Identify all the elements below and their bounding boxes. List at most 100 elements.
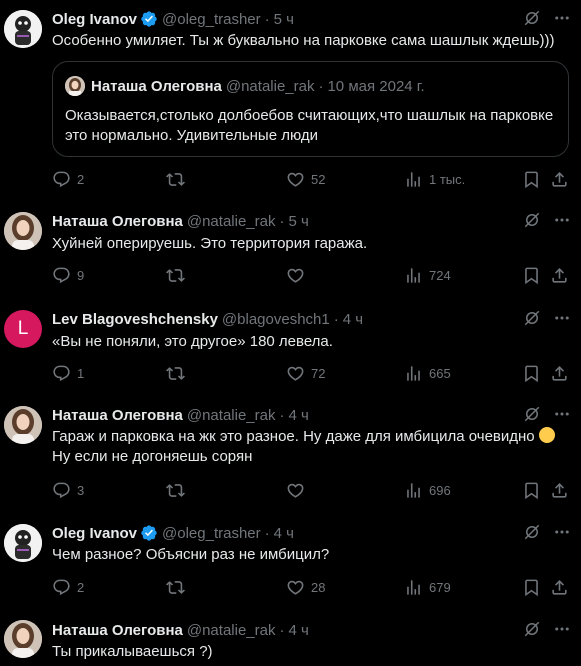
- timestamp[interactable]: 4 ч: [343, 311, 363, 328]
- grok-icon[interactable]: [523, 620, 541, 642]
- author-handle[interactable]: @oleg_trasher: [162, 525, 261, 542]
- verified-badge-icon: [140, 524, 158, 542]
- avatar[interactable]: [4, 212, 42, 250]
- separator: ·: [333, 310, 339, 328]
- author-name[interactable]: Наташа Олеговна: [52, 622, 183, 639]
- reply-icon: [52, 578, 71, 597]
- like-button[interactable]: [286, 266, 311, 285]
- avatar[interactable]: [4, 524, 42, 562]
- author-handle[interactable]: @oleg_trasher: [162, 11, 261, 28]
- views-button[interactable]: 724: [404, 266, 451, 285]
- timestamp[interactable]: 4 ч: [288, 622, 308, 639]
- share-button[interactable]: [550, 266, 575, 285]
- author-name[interactable]: Oleg Ivanov: [52, 525, 137, 542]
- grok-icon[interactable]: [523, 309, 541, 331]
- view-count: 679: [429, 580, 451, 595]
- tweet-top-actions: [523, 523, 571, 545]
- more-icon[interactable]: [553, 523, 571, 545]
- views-button[interactable]: 665: [404, 364, 451, 383]
- repost-button[interactable]: [166, 266, 191, 285]
- author-name[interactable]: Наташа Олеговна: [52, 407, 183, 424]
- views-button[interactable]: 696: [404, 481, 451, 500]
- grok-icon[interactable]: [523, 523, 541, 545]
- more-icon[interactable]: [553, 309, 571, 331]
- author-handle[interactable]: @natalie_rak: [187, 213, 276, 230]
- repost-icon: [166, 481, 185, 500]
- share-icon: [550, 578, 569, 597]
- view-count: 665: [429, 366, 451, 381]
- timestamp[interactable]: 5 ч: [288, 213, 308, 230]
- reply-button[interactable]: 2: [52, 170, 84, 189]
- like-button[interactable]: 72: [286, 364, 325, 383]
- grok-icon[interactable]: [523, 9, 541, 31]
- tweet[interactable]: Oleg Ivanov @oleg_trasher · 5 ч Особенно…: [0, 0, 581, 200]
- tweet-text: «Вы не поняли, это другое» 180 левела.: [52, 333, 333, 350]
- share-icon: [550, 170, 569, 189]
- reply-icon: [52, 364, 71, 383]
- share-button[interactable]: [550, 170, 575, 189]
- share-icon: [550, 481, 569, 500]
- author-handle[interactable]: @natalie_rak: [187, 622, 276, 639]
- timestamp[interactable]: 4 ч: [274, 525, 294, 542]
- share-button[interactable]: [550, 364, 575, 383]
- repost-button[interactable]: [166, 170, 191, 189]
- grok-icon[interactable]: [523, 405, 541, 427]
- views-button[interactable]: 1 тыс.: [404, 170, 465, 189]
- grok-icon[interactable]: [523, 211, 541, 233]
- tweet[interactable]: Наташа Олеговна @natalie_rak · 4 ч Гараж…: [0, 396, 581, 514]
- reply-button[interactable]: 9: [52, 266, 84, 285]
- like-button[interactable]: [286, 481, 311, 500]
- bookmark-icon: [522, 266, 541, 285]
- tweet[interactable]: L Lev Blagoveshchensky @blagoveshch1 · 4…: [0, 298, 581, 396]
- reply-button[interactable]: 3: [52, 481, 84, 500]
- bookmark-button[interactable]: [522, 266, 547, 285]
- timestamp[interactable]: 5 ч: [274, 11, 294, 28]
- bookmark-button[interactable]: [522, 578, 547, 597]
- bookmark-button[interactable]: [522, 170, 547, 189]
- repost-button[interactable]: [166, 481, 191, 500]
- avatar[interactable]: [4, 10, 42, 48]
- reply-count: 3: [77, 483, 85, 498]
- more-icon[interactable]: [553, 405, 571, 427]
- tweet-text-line2: Ну если не догоняешь сорян: [52, 448, 253, 465]
- tweet[interactable]: Oleg Ivanov @oleg_trasher · 4 ч Чем разн…: [0, 514, 581, 612]
- tweet-top-actions: [523, 309, 571, 331]
- views-button[interactable]: 679: [404, 578, 451, 597]
- quoted-tweet[interactable]: Наташа Олеговна @natalie_rak · 10 мая 20…: [52, 61, 569, 157]
- bookmark-button[interactable]: [522, 481, 547, 500]
- author-name[interactable]: Наташа Олеговна: [52, 213, 183, 230]
- more-icon[interactable]: [553, 9, 571, 31]
- share-button[interactable]: [550, 578, 575, 597]
- tweet-actions: 1 72 665: [52, 364, 567, 384]
- laughing-emoji-icon: [538, 427, 555, 443]
- views-icon: [404, 481, 423, 500]
- bookmark-button[interactable]: [522, 364, 547, 383]
- reply-button[interactable]: 2: [52, 578, 84, 597]
- tweet[interactable]: Наташа Олеговна @natalie_rak · 4 ч Ты пр…: [0, 612, 581, 666]
- reply-button[interactable]: 1: [52, 364, 84, 383]
- more-icon[interactable]: [553, 620, 571, 642]
- like-button[interactable]: 52: [286, 170, 325, 189]
- avatar[interactable]: L: [4, 310, 42, 348]
- author-handle[interactable]: @natalie_rak: [187, 407, 276, 424]
- like-button[interactable]: 28: [286, 578, 325, 597]
- tweet-text-line1: Гараж и парковка на жк это разное. Ну да…: [52, 428, 535, 445]
- share-button[interactable]: [550, 481, 575, 500]
- tweet-text: Ты прикалываешься ?): [52, 643, 213, 660]
- author-handle[interactable]: @blagoveshch1: [222, 311, 330, 328]
- more-icon[interactable]: [553, 211, 571, 233]
- avatar[interactable]: [4, 620, 42, 658]
- separator: ·: [264, 524, 270, 542]
- author-name[interactable]: Oleg Ivanov: [52, 11, 137, 28]
- repost-button[interactable]: [166, 364, 191, 383]
- timestamp: 10 мая 2024 г.: [327, 77, 425, 95]
- timestamp[interactable]: 4 ч: [288, 407, 308, 424]
- repost-button[interactable]: [166, 578, 191, 597]
- tweet[interactable]: Наташа Олеговна @natalie_rak · 5 ч Хуйне…: [0, 200, 581, 298]
- author-name[interactable]: Lev Blagoveshchensky: [52, 311, 218, 328]
- like-count: 28: [311, 580, 326, 595]
- tweet-actions: 3 696: [52, 481, 567, 501]
- share-icon: [550, 266, 569, 285]
- reply-count: 9: [77, 268, 85, 283]
- avatar[interactable]: [4, 406, 42, 444]
